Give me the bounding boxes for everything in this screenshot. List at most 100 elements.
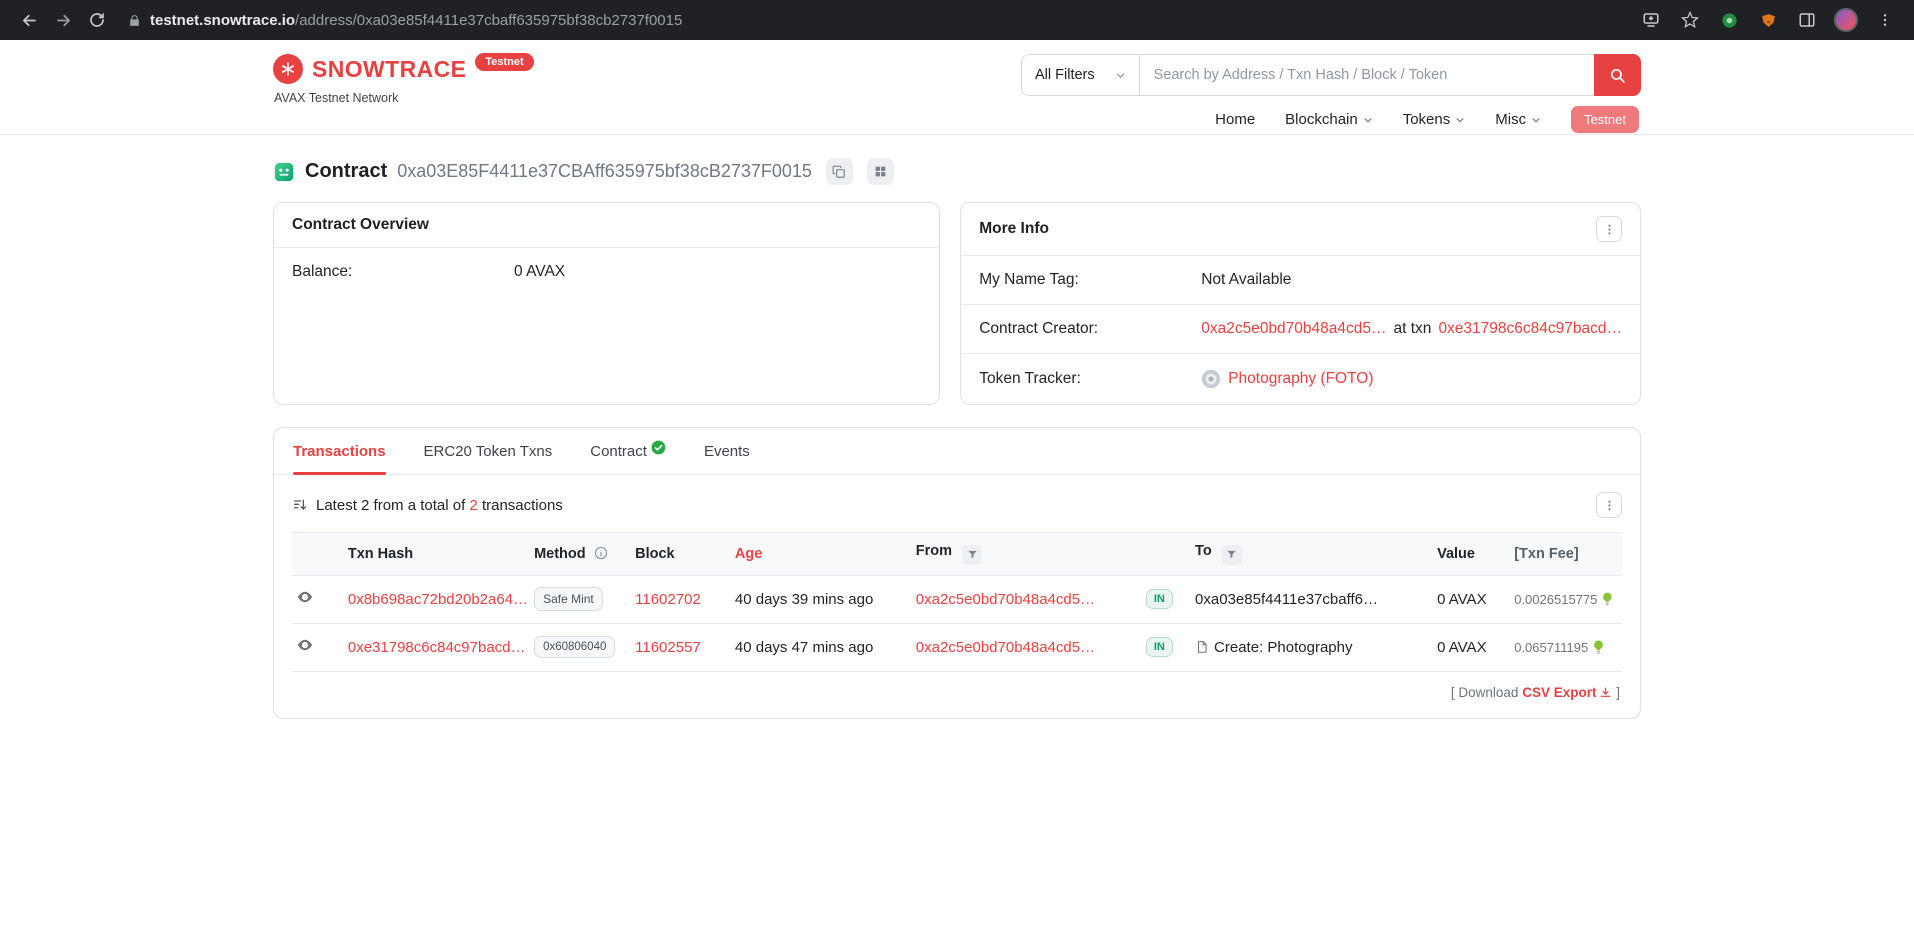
value-text: 0 AVAX [1437,591,1486,608]
search-icon [1609,67,1626,84]
install-app-button[interactable] [1634,3,1668,37]
contract-creator-label: Contract Creator: [979,320,1201,338]
forward-button[interactable] [46,3,80,37]
token-tracker-link[interactable]: Photography (FOTO) [1228,370,1373,388]
eye-icon [296,636,314,654]
col-method: Method [526,533,627,576]
chrome-menu-icon [1877,12,1893,28]
search-bar: All Filters [1021,54,1641,96]
col-to: To [1187,533,1429,576]
age-text: 40 days 39 mins ago [735,591,873,608]
summary-text: Latest 2 from a total of 2 transactions [316,497,563,514]
info-icon[interactable] [594,546,608,560]
name-tag-label: My Name Tag: [979,271,1201,289]
download-icon [1599,686,1612,699]
more-info-menu-button[interactable] [1596,216,1622,242]
url-path: /address/0xa03e85f4411e37cbaff635975bf38… [295,12,682,29]
txn-hash-link[interactable]: 0x8b698ac72bd20b2a64… [348,591,526,608]
tab-transactions[interactable]: Transactions [293,443,386,474]
csv-export-row: [ Download CSV Export ] [292,672,1622,718]
nav-misc[interactable]: Misc [1495,111,1541,128]
nav-tokens[interactable]: Tokens [1403,111,1466,128]
transactions-menu-button[interactable] [1596,492,1622,518]
lock-icon [128,14,141,27]
copy-address-button[interactable] [826,158,853,185]
direction-badge: IN [1146,589,1173,609]
contract-creator-address-link[interactable]: 0xa2c5e0bd70b48a4cd5… [1201,320,1386,338]
chrome-menu-button[interactable] [1868,3,1902,37]
url-bar[interactable]: testnet.snowtrace.io/address/0xa03e85f44… [114,12,1622,29]
brand-name: SNOWTRACE [312,54,466,84]
col-txn-fee: [Txn Fee] [1506,533,1622,576]
tab-events[interactable]: Events [704,443,750,474]
back-arrow-icon [20,11,39,30]
nav-blockchain[interactable]: Blockchain [1285,111,1373,128]
extension-a-button[interactable] [1712,3,1746,37]
overview-card-title: Contract Overview [292,216,429,234]
method-badge: 0x60806040 [534,636,615,658]
balance-label: Balance: [292,263,514,281]
col-age-sort[interactable]: Age [727,533,908,576]
from-filter-button[interactable] [962,545,982,565]
copy-icon [832,165,846,179]
search-button[interactable] [1594,54,1641,96]
block-link[interactable]: 11602702 [635,591,701,608]
value-text: 0 AVAX [1437,639,1486,656]
tab-bar: Transactions ERC20 Token Txns Contract E… [274,428,1640,475]
side-panel-icon [1798,11,1816,29]
apps-grid-button[interactable] [867,158,894,185]
url-host: testnet.snowtrace.io [150,12,295,29]
tab-erc20-token-txns[interactable]: ERC20 Token Txns [424,443,553,474]
back-button[interactable] [12,3,46,37]
tx-preview-button[interactable] [296,636,314,657]
tab-contract[interactable]: Contract [590,443,666,474]
more-info-card: More Info My Name Tag: Not Available Con… [960,202,1641,405]
creation-txn-link[interactable]: 0xe31798c6c84c97bacd… [1438,320,1622,338]
token-tracker-label: Token Tracker: [979,370,1201,388]
snowtrace-contract-page: { "browser": { "url_host": "testnet.snow… [0,0,1914,941]
nav-home[interactable]: Home [1215,111,1255,128]
more-info-title: More Info [979,220,1049,238]
transactions-card: Transactions ERC20 Token Txns Contract E… [273,427,1641,719]
to-create-contract-link[interactable]: Create: Photography [1214,639,1352,656]
install-app-icon [1642,11,1660,29]
from-address-link[interactable]: 0xa2c5e0bd70b48a4cd5… [916,639,1095,656]
main-nav: Home Blockchain Tokens Misc Testnet [1215,106,1641,133]
side-panel-button[interactable] [1790,3,1824,37]
direction-badge: IN [1146,637,1173,657]
bookmark-button[interactable] [1673,3,1707,37]
extension-b-button[interactable] [1751,3,1785,37]
contract-overview-card: Contract Overview Balance: 0 AVAX [273,202,940,405]
grid-icon [874,165,887,178]
name-tag-value: Not Available [1201,271,1291,289]
profile-button[interactable] [1829,3,1863,37]
brand-testnet-badge: Testnet [475,53,533,71]
page-title-row: Contract 0xa03E85F4411e37CBAff635975bf38… [273,158,1641,185]
txn-hash-link[interactable]: 0xe31798c6c84c97bacd… [348,639,526,656]
page-title: Contract [305,160,387,183]
table-header-row: Txn Hash Method Block Age From [292,533,1622,576]
to-filter-button[interactable] [1222,545,1242,565]
csv-export-link[interactable]: CSV Export [1522,685,1612,700]
reload-icon [88,11,106,29]
search-input[interactable] [1139,54,1594,96]
browser-chrome: testnet.snowtrace.io/address/0xa03e85f44… [0,0,1914,40]
kebab-menu-icon [1603,223,1616,236]
reload-button[interactable] [80,3,114,37]
search-filter-select[interactable]: All Filters [1021,54,1139,96]
block-link[interactable]: 11602557 [635,639,701,656]
token-avatar [1201,369,1221,389]
bookmark-star-icon [1681,11,1699,29]
fee-text: 0.065711195 [1514,640,1588,655]
sort-icon [292,497,308,513]
to-address-text: 0xa03e85f4411e37cbaff6… [1195,591,1378,608]
col-direction [1138,533,1187,576]
col-block: Block [627,533,727,576]
filter-funnel-icon [967,549,978,560]
at-txn-label: at txn [1394,320,1432,338]
transactions-table: Txn Hash Method Block Age From [292,532,1622,672]
testnet-network-button[interactable]: Testnet [1571,106,1639,133]
tx-preview-button[interactable] [296,588,314,609]
brand-block[interactable]: SNOWTRACE Testnet AVAX Testnet Network [273,54,534,133]
from-address-link[interactable]: 0xa2c5e0bd70b48a4cd5… [916,591,1095,608]
